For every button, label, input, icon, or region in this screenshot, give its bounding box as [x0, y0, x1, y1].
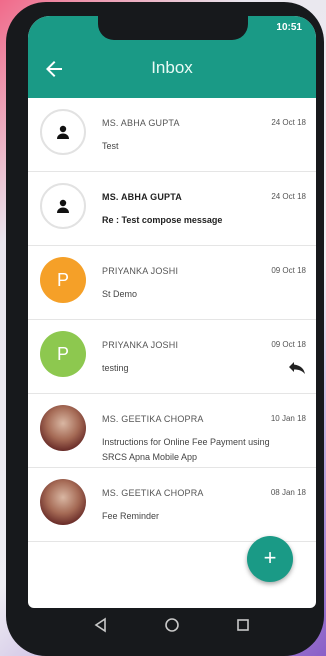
- message-date: 10 Jan 18: [270, 414, 306, 423]
- nav-home-icon[interactable]: [163, 616, 181, 634]
- message-list: MS. ABHA GUPTA 24 Oct 18 Test MS. ABHA G…: [28, 98, 316, 542]
- message-subject: St Demo: [102, 289, 138, 299]
- message-date: 09 Oct 18: [271, 340, 306, 349]
- sender-name: MS. GEETIKA CHOPRA: [102, 488, 204, 498]
- message-row[interactable]: MS. ABHA GUPTA 24 Oct 18 Re : Test compo…: [28, 172, 316, 246]
- person-icon: [57, 125, 69, 139]
- message-row[interactable]: MS. ABHA GUPTA 24 Oct 18 Test: [28, 98, 316, 172]
- sender-name: MS. GEETIKA CHOPRA: [102, 414, 204, 424]
- message-row[interactable]: P PRIYANKA JOSHI 09 Oct 18 testing: [28, 320, 316, 394]
- sender-name: MS. ABHA GUPTA: [102, 118, 180, 128]
- nav-recents-icon[interactable]: [234, 616, 252, 634]
- message-date: 24 Oct 18: [271, 118, 306, 127]
- message-subject: Test: [102, 141, 119, 151]
- avatar: [40, 405, 86, 451]
- sender-name: MS. ABHA GUPTA: [102, 192, 182, 202]
- nav-back-icon[interactable]: [92, 616, 110, 634]
- message-date: 24 Oct 18: [271, 192, 306, 201]
- avatar: [40, 183, 86, 229]
- message-row[interactable]: MS. GEETIKA CHOPRA 10 Jan 18 Instruction…: [28, 394, 316, 468]
- status-bar: 10:51: [28, 16, 316, 40]
- message-date: 08 Jan 18: [270, 488, 306, 497]
- sender-name: PRIYANKA JOSHI: [102, 340, 179, 350]
- message-date: 09 Oct 18: [271, 266, 306, 275]
- avatar: [40, 479, 86, 525]
- avatar: [40, 109, 86, 155]
- message-subject: testing: [102, 363, 129, 373]
- message-row[interactable]: P PRIYANKA JOSHI 09 Oct 18 St Demo: [28, 246, 316, 320]
- reply-all-icon: [289, 362, 305, 374]
- message-row[interactable]: MS. GEETIKA CHOPRA 08 Jan 18 Fee Reminde…: [28, 468, 316, 542]
- page-title: Inbox: [151, 58, 193, 77]
- compose-button[interactable]: +: [247, 536, 293, 582]
- message-subject: Instructions for Online Fee Payment usin…: [102, 437, 270, 462]
- avatar: P: [40, 331, 86, 377]
- system-nav-bar: [28, 606, 316, 646]
- camera-notch: [98, 16, 248, 40]
- app-screen: 10:51 Inbox MS. ABHA GUPTA 24 Oct 18 Tes…: [28, 16, 316, 608]
- sender-name: PRIYANKA JOSHI: [102, 266, 179, 276]
- app-bar: Inbox: [28, 40, 316, 98]
- plus-icon: +: [263, 545, 277, 570]
- person-icon: [57, 199, 69, 213]
- avatar: P: [40, 257, 86, 303]
- status-time: 10:51: [276, 22, 302, 33]
- message-subject: Re : Test compose message: [102, 215, 223, 225]
- phone-frame: 10:51 Inbox MS. ABHA GUPTA 24 Oct 18 Tes…: [6, 2, 324, 656]
- message-subject: Fee Reminder: [102, 511, 160, 521]
